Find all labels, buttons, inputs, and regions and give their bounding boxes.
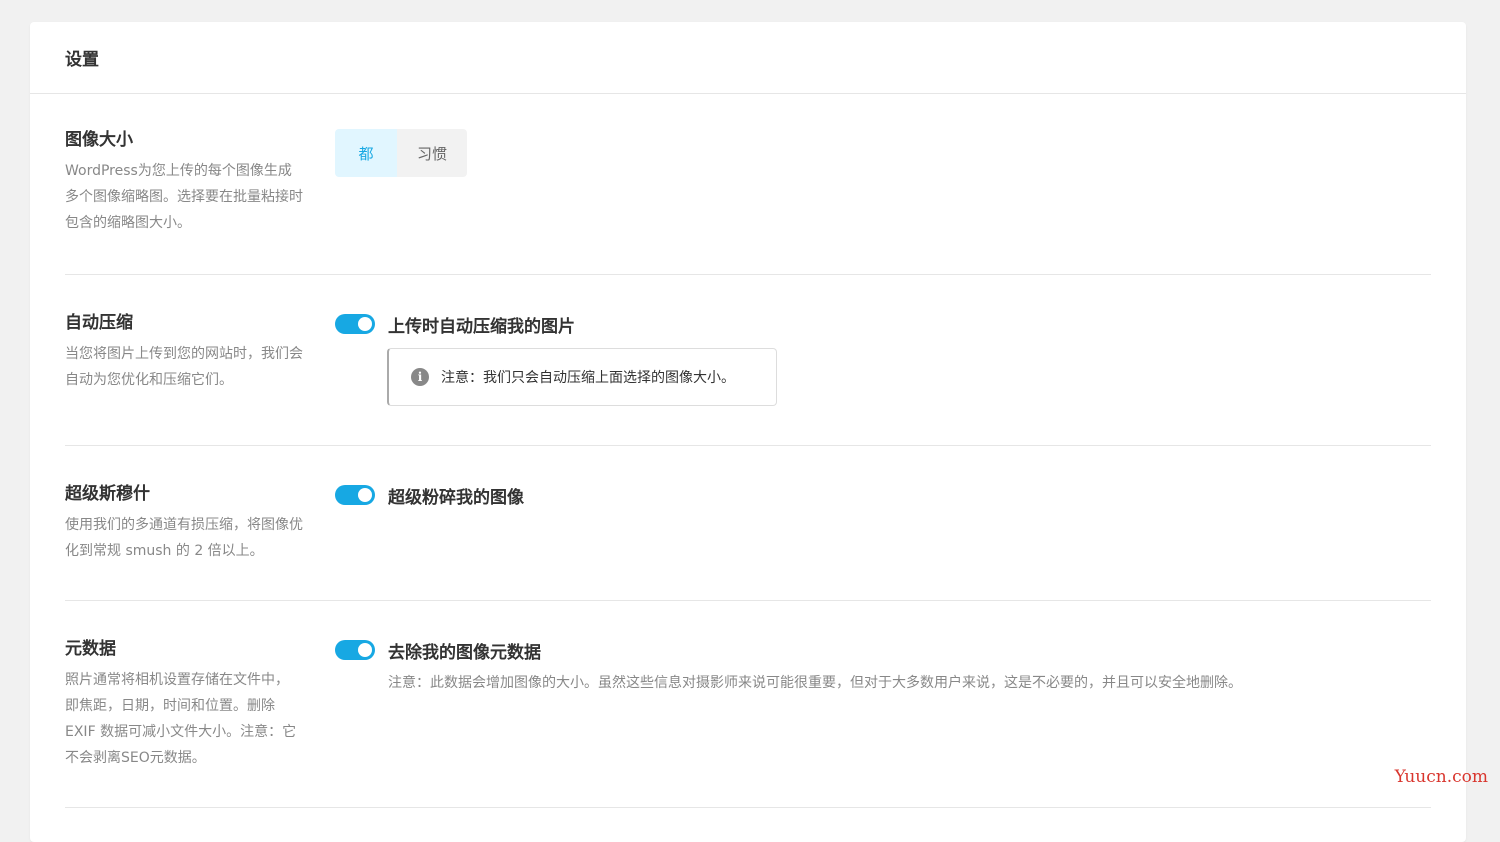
row-label: 超级斯穆什 使用我们的多通道有损压缩，将图像优化到常规 smush 的 2 倍以… [65, 482, 305, 564]
row-label: 图像大小 WordPress为您上传的每个图像生成多个图像缩略图。选择要在批量粘… [65, 128, 305, 236]
strip-metadata-toggle-label: 去除我的图像元数据 [388, 638, 541, 663]
settings-card: 设置 图像大小 WordPress为您上传的每个图像生成多个图像缩略图。选择要在… [30, 22, 1466, 842]
row-label: 元数据 照片通常将相机设置存储在文件中，即焦距，日期，时间和位置。删除 EXIF… [65, 637, 301, 771]
toggle-knob [358, 317, 372, 331]
notice-text: 注意：我们只会自动压缩上面选择的图像大小。 [441, 367, 735, 387]
super-smush-toggle[interactable] [335, 485, 375, 505]
settings-row-image-size: 图像大小 WordPress为您上传的每个图像生成多个图像缩略图。选择要在批量粘… [65, 94, 1431, 275]
image-size-option-custom[interactable]: 习惯 [397, 129, 467, 177]
super-smush-toggle-label: 超级粉碎我的图像 [388, 483, 524, 508]
toggle-knob [358, 643, 372, 657]
row-description-image-size: WordPress为您上传的每个图像生成多个图像缩略图。选择要在批量粘接时包含的… [65, 158, 305, 236]
auto-compress-notice: i 注意：我们只会自动压缩上面选择的图像大小。 [387, 348, 777, 406]
row-title-image-size: 图像大小 [65, 128, 305, 152]
strip-metadata-toggle[interactable] [335, 640, 375, 660]
card-header: 设置 [30, 22, 1466, 94]
info-icon: i [411, 368, 429, 386]
row-title-auto-compress: 自动压缩 [65, 311, 305, 335]
row-description-metadata: 照片通常将相机设置存储在文件中，即焦距，日期，时间和位置。删除 EXIF 数据可… [65, 667, 301, 771]
metadata-note: 注意：此数据会增加图像的大小。虽然这些信息对摄影师来说可能很重要，但对于大多数用… [388, 672, 1242, 692]
auto-compress-toggle[interactable] [335, 314, 375, 334]
settings-row-auto-compress: 自动压缩 当您将图片上传到您的网站时，我们会自动为您优化和压缩它们。 上传时自动… [65, 275, 1431, 446]
auto-compress-toggle-label: 上传时自动压缩我的图片 [388, 312, 575, 337]
row-content: 超级粉碎我的图像 [335, 483, 524, 507]
row-description-super-smush: 使用我们的多通道有损压缩，将图像优化到常规 smush 的 2 倍以上。 [65, 512, 305, 564]
image-size-option-all[interactable]: 都 [335, 129, 397, 177]
settings-row-super-smush: 超级斯穆什 使用我们的多通道有损压缩，将图像优化到常规 smush 的 2 倍以… [65, 446, 1431, 601]
toggle-knob [358, 488, 372, 502]
image-size-segmented-control: 都 习惯 [335, 129, 467, 177]
row-title-metadata: 元数据 [65, 637, 301, 661]
row-content: 去除我的图像元数据 注意：此数据会增加图像的大小。虽然这些信息对摄影师来说可能很… [335, 638, 1335, 698]
auto-compress-toggle-line: 上传时自动压缩我的图片 [335, 312, 935, 336]
watermark: Yuucn.com [1395, 767, 1488, 787]
row-label: 自动压缩 当您将图片上传到您的网站时，我们会自动为您优化和压缩它们。 [65, 311, 305, 393]
page-title: 设置 [65, 45, 99, 70]
row-content: 上传时自动压缩我的图片 i 注意：我们只会自动压缩上面选择的图像大小。 [335, 312, 935, 422]
row-content: 都 习惯 [335, 129, 467, 177]
metadata-toggle-line: 去除我的图像元数据 [335, 638, 1335, 662]
settings-row-metadata: 元数据 照片通常将相机设置存储在文件中，即焦距，日期，时间和位置。删除 EXIF… [65, 601, 1431, 808]
row-description-auto-compress: 当您将图片上传到您的网站时，我们会自动为您优化和压缩它们。 [65, 341, 305, 393]
row-title-super-smush: 超级斯穆什 [65, 482, 305, 506]
super-smush-toggle-line: 超级粉碎我的图像 [335, 483, 524, 507]
